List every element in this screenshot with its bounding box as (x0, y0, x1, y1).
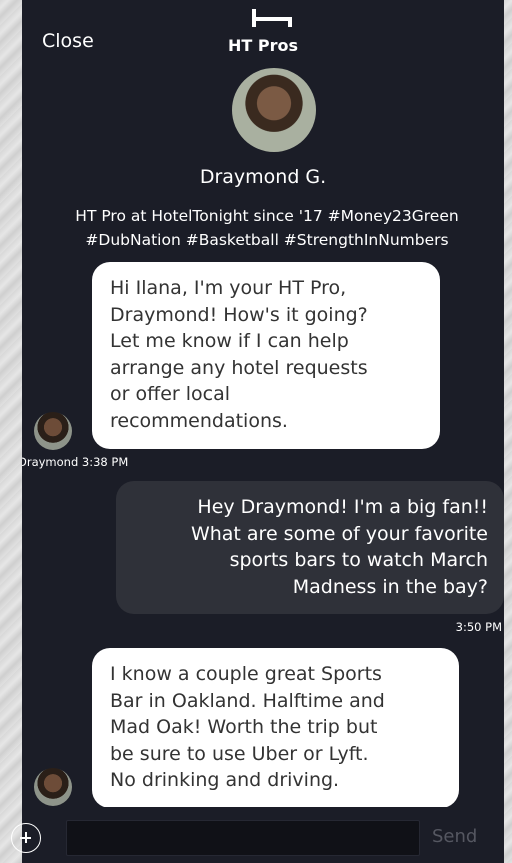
sender-avatar (34, 412, 72, 450)
bed-icon (252, 9, 292, 27)
profile-bio: HT Pro at HotelTonight since '17 #Money2… (75, 207, 459, 249)
app-title: HT Pros (227, 36, 298, 55)
message-text: Hi Ilana, I'm your HT Pro, Draymond! How… (110, 277, 368, 432)
sender-avatar (34, 768, 72, 806)
message-text: Hey Draymond! I'm a big fan!! What are s… (190, 496, 488, 598)
top-bar: Close HT Pros (22, 0, 504, 70)
message-text: I know a couple great Sports Bar in Oakl… (110, 663, 385, 791)
incoming-message-bubble: Hi Ilana, I'm your HT Pro, Draymond! How… (92, 262, 440, 449)
profile-avatar (232, 68, 316, 152)
message-timestamp: 3:50 PM (455, 620, 502, 634)
background-texture-right (504, 0, 512, 863)
message-input[interactable] (66, 820, 420, 856)
plus-circle-icon[interactable] (11, 823, 41, 853)
outgoing-message-bubble: Hey Draymond! I'm a big fan!! What are s… (116, 481, 504, 614)
message-timestamp: Draymond 3:38 PM (22, 455, 129, 469)
profile-name: Draymond G. (199, 166, 327, 188)
incoming-message-bubble: I know a couple great Sports Bar in Oakl… (92, 648, 459, 808)
send-button[interactable]: Send (432, 826, 477, 847)
chat-screen: Close HT Pros Draymond G. HT Pro at Hote… (22, 0, 504, 863)
background-texture-left (0, 0, 22, 863)
